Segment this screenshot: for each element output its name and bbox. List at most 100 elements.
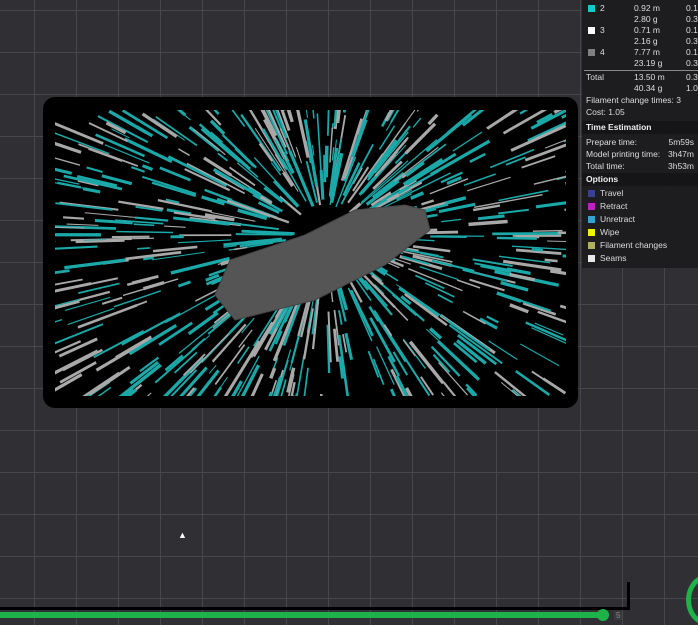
streak (55, 153, 80, 165)
total-label: Total (586, 72, 604, 82)
streak (532, 328, 566, 345)
streak (536, 200, 566, 207)
streak (164, 226, 186, 227)
streak (441, 219, 461, 221)
streak (321, 394, 322, 396)
streak (339, 310, 342, 324)
time-row: Prepare time:5m59s (586, 137, 694, 148)
streak (200, 124, 250, 169)
layer-slider-handle[interactable] (597, 609, 609, 621)
option-label: Travel (600, 188, 623, 198)
streak (399, 288, 439, 316)
streak (545, 260, 558, 261)
streak (429, 115, 438, 124)
filament-weight: 2.80 g (634, 14, 658, 24)
streak (190, 110, 218, 114)
option-label: Retract (600, 201, 627, 211)
streak (116, 232, 173, 233)
streak (309, 110, 314, 118)
mouse-cursor-icon: ▲ (178, 530, 187, 540)
streak (234, 247, 247, 249)
color-swatch-icon (588, 229, 595, 236)
streak (255, 392, 272, 396)
streak (474, 195, 542, 208)
filament-col3b: 0.3 (686, 58, 698, 68)
streak (547, 241, 566, 242)
filament-id: 2 (600, 3, 605, 13)
build-plate (43, 97, 578, 408)
vertical-slider-handle[interactable] (686, 575, 698, 625)
streak (445, 198, 465, 203)
time-value: 3h47m (668, 149, 694, 159)
time-row: Model printing time:3h47m (586, 149, 694, 160)
streak (60, 362, 96, 382)
streak (344, 110, 350, 112)
streak (410, 342, 443, 383)
streak (178, 149, 189, 156)
streak (55, 320, 62, 338)
time-label: Prepare time: (586, 137, 637, 147)
streak (317, 113, 321, 182)
total-col3b: 1.0 (686, 83, 698, 93)
streak (140, 110, 185, 115)
streak (90, 367, 130, 394)
streak (76, 241, 125, 242)
option-filament-changes[interactable]: Filament changes (586, 240, 698, 251)
streak (152, 183, 196, 196)
cost: Cost: 1.05 (586, 107, 698, 118)
streak (88, 149, 122, 161)
streak (564, 117, 566, 142)
streak (55, 278, 118, 291)
streak (215, 345, 244, 385)
streak (330, 128, 332, 163)
option-unretract[interactable]: Unretract (586, 214, 698, 225)
streak (526, 322, 566, 342)
model-preview[interactable] (55, 110, 566, 396)
streak (417, 110, 440, 111)
layer-slider-value: 5 (614, 611, 622, 620)
filament-weight: 2.16 g (634, 36, 658, 46)
streak (130, 362, 158, 383)
streak (532, 371, 562, 391)
streak (532, 249, 543, 250)
streak (478, 216, 504, 219)
streak (301, 368, 308, 396)
color-swatch-icon (588, 242, 595, 249)
streak (338, 110, 342, 123)
filament-length: 0.71 m (634, 25, 660, 35)
streak (470, 154, 485, 162)
option-seams[interactable]: Seams (586, 253, 698, 264)
option-retract[interactable]: Retract (586, 201, 698, 212)
time-value: 3h53m (668, 161, 694, 171)
layer-slider-track[interactable] (0, 612, 604, 618)
filament-row: 47.77 m0.1 (586, 47, 698, 58)
streak (528, 122, 566, 141)
color-swatch-icon (588, 49, 595, 56)
streak (143, 166, 153, 170)
filament-length: 7.77 m (634, 47, 660, 57)
streak (375, 132, 408, 173)
filament-col3b: 0.3 (686, 14, 698, 24)
streak (156, 117, 197, 146)
total-row: Total13.50 m0.3 (586, 72, 698, 83)
streak (326, 146, 327, 178)
streak (369, 351, 379, 377)
streak (550, 271, 566, 278)
options-header: Options (582, 173, 698, 186)
streak (78, 305, 137, 327)
streak (520, 344, 559, 366)
filament-length: 0.92 m (634, 3, 660, 13)
streak (533, 231, 563, 232)
streak (218, 153, 228, 160)
streak (64, 260, 125, 268)
streak (432, 261, 474, 271)
option-wipe[interactable]: Wipe (586, 227, 698, 238)
plate-edge-line (0, 607, 630, 610)
option-travel[interactable]: Travel (586, 188, 698, 199)
filament-col3b: 0.3 (686, 36, 698, 46)
streak (123, 279, 178, 295)
streak (242, 231, 295, 233)
streak (328, 110, 329, 125)
streak (67, 224, 99, 225)
streak (55, 271, 70, 274)
